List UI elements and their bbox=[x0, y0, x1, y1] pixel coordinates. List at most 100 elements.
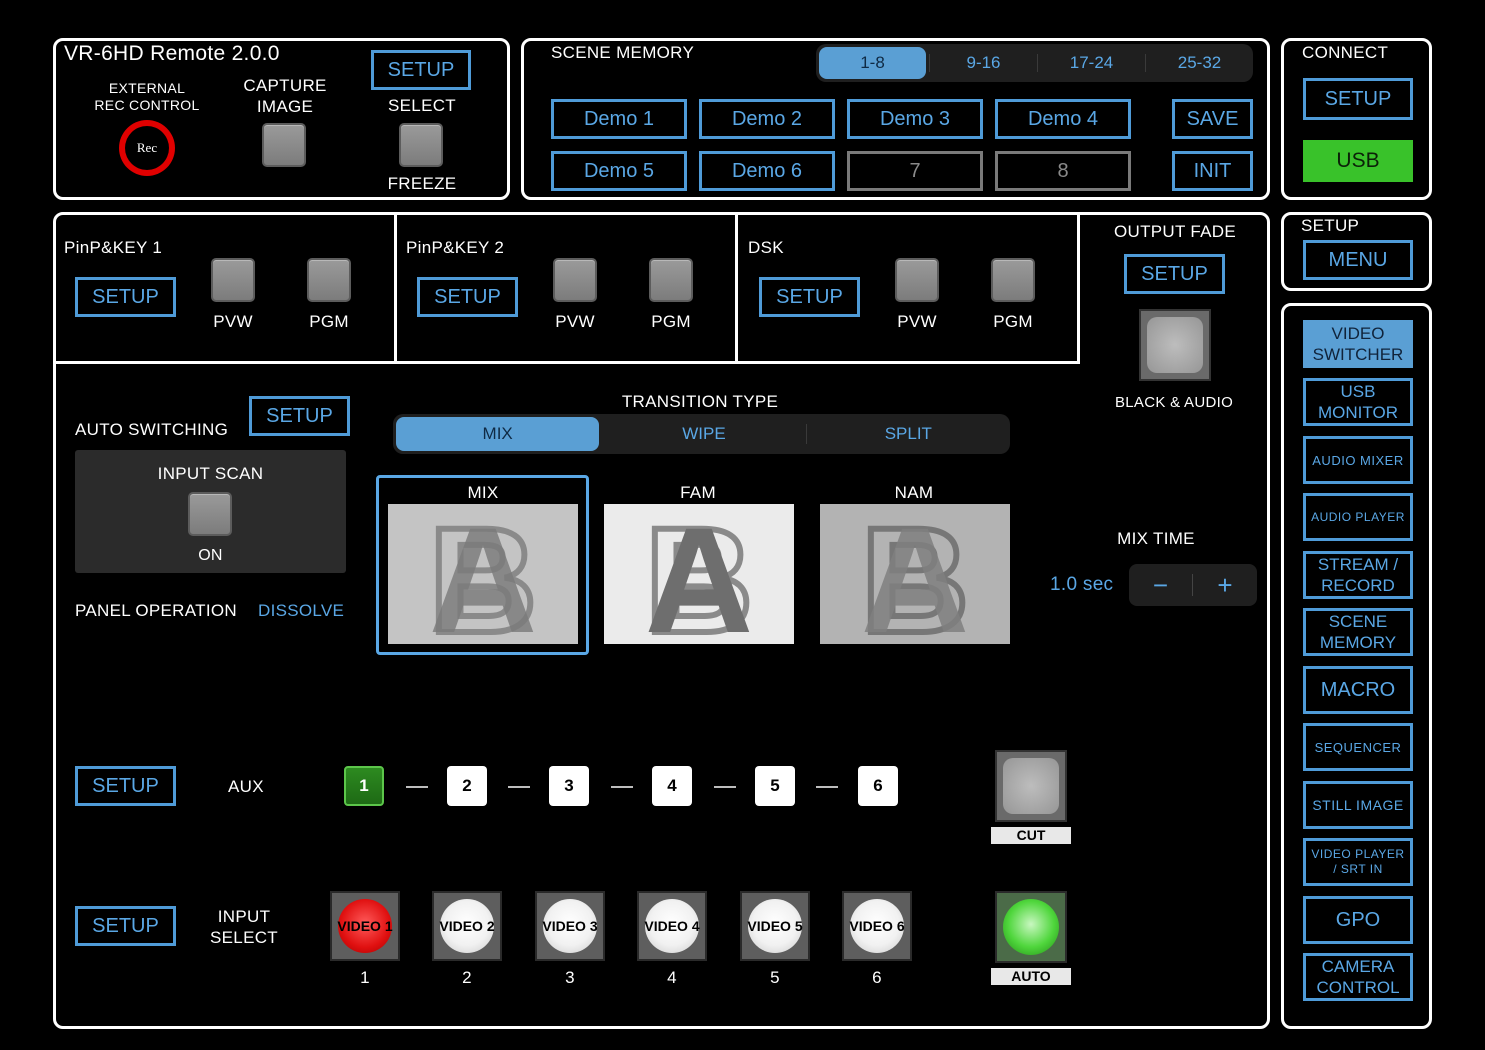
input-scan-button[interactable] bbox=[188, 492, 232, 536]
scene-slot-6[interactable]: Demo 6 bbox=[699, 151, 835, 191]
sidebar-item-audio-player[interactable]: AUDIO PLAYER bbox=[1303, 493, 1413, 541]
aux-channel-2[interactable]: 2 bbox=[447, 766, 487, 806]
nam-mode-thumbnail: B A bbox=[820, 504, 1010, 644]
aux-setup-button[interactable]: SETUP bbox=[75, 766, 176, 806]
sidebar-item-still-image[interactable]: STILL IMAGE bbox=[1303, 781, 1413, 829]
pinp-key1-pvw-label: PVW bbox=[213, 312, 253, 331]
dsk-title: DSK bbox=[748, 238, 784, 257]
input-video-4-button[interactable]: VIDEO 4 bbox=[637, 891, 707, 961]
dsk-pgm-label: PGM bbox=[993, 312, 1033, 331]
output-fade-title: OUTPUT FADE bbox=[1113, 222, 1236, 241]
sidebar-item-camera-control[interactable]: CAMERA CONTROL bbox=[1303, 953, 1413, 1001]
sidebar-item-sequencer[interactable]: SEQUENCER bbox=[1303, 723, 1413, 771]
freeze-button[interactable] bbox=[399, 123, 443, 167]
sidebar-item-macro[interactable]: MACRO bbox=[1303, 666, 1413, 714]
dsk-pgm-button[interactable] bbox=[991, 258, 1035, 302]
input-video-1-button[interactable]: VIDEO 1 bbox=[330, 891, 400, 961]
output-fade-caption: BLACK & AUDIO bbox=[1114, 394, 1234, 411]
aux-connector-3 bbox=[611, 786, 633, 788]
menu-button[interactable]: MENU bbox=[1303, 240, 1413, 280]
nam-mode-label: NAM bbox=[894, 483, 934, 502]
connect-setup-button[interactable]: SETUP bbox=[1303, 78, 1413, 120]
scene-slot-7[interactable]: 7 bbox=[847, 151, 983, 191]
select-label: SELECT bbox=[388, 96, 456, 115]
input-video-6-button[interactable]: VIDEO 6 bbox=[842, 891, 912, 961]
aux-channel-5[interactable]: 5 bbox=[755, 766, 795, 806]
transition-wipe-option[interactable]: WIPE bbox=[602, 414, 805, 454]
mix-time-plus-button[interactable]: + bbox=[1193, 564, 1257, 606]
pinp-key1-pvw-button[interactable] bbox=[211, 258, 255, 302]
sidebar-item-scene-memory[interactable]: SCENE MEMORY bbox=[1303, 608, 1413, 656]
mix-mode-thumbnail: B A bbox=[388, 504, 578, 644]
sidebar-item-usb-monitor[interactable]: USB MONITOR bbox=[1303, 378, 1413, 426]
fam-mode-label: FAM bbox=[680, 483, 716, 502]
capture-image-label: CAPTURE IMAGE bbox=[243, 76, 327, 116]
input-number-2: 2 bbox=[462, 968, 472, 987]
rec-button[interactable]: Rec bbox=[119, 120, 175, 176]
transition-type-title: TRANSITION TYPE bbox=[621, 392, 779, 411]
scene-tab-25-32[interactable]: 25-32 bbox=[1146, 44, 1253, 82]
input-number-1: 1 bbox=[360, 968, 370, 987]
scene-slot-8[interactable]: 8 bbox=[995, 151, 1131, 191]
pinp-key1-title: PinP&KEY 1 bbox=[64, 238, 163, 257]
scene-save-button[interactable]: SAVE bbox=[1172, 99, 1253, 139]
aux-channel-3[interactable]: 3 bbox=[549, 766, 589, 806]
output-fade-button[interactable] bbox=[1139, 309, 1211, 381]
sidebar-item-gpo[interactable]: GPO bbox=[1303, 896, 1413, 944]
pinp-key2-pgm-button[interactable] bbox=[649, 258, 693, 302]
input-number-3: 3 bbox=[565, 968, 575, 987]
dsk-pvw-button[interactable] bbox=[895, 258, 939, 302]
output-fade-setup-button[interactable]: SETUP bbox=[1124, 254, 1225, 294]
aux-connector-5 bbox=[816, 786, 838, 788]
transition-mix-option[interactable]: MIX bbox=[396, 417, 600, 451]
panel-operation-value[interactable]: DISSOLVE bbox=[258, 601, 344, 621]
pinp-key1-pgm-button[interactable] bbox=[307, 258, 351, 302]
usb-connection-button[interactable]: USB bbox=[1303, 140, 1413, 182]
setup-button-header[interactable]: SETUP bbox=[371, 50, 471, 90]
dsk-pvw-label: PVW bbox=[897, 312, 937, 331]
aux-connector-2 bbox=[508, 786, 530, 788]
app-title: VR-6HD Remote 2.0.0 bbox=[64, 42, 280, 65]
scene-slot-5[interactable]: Demo 5 bbox=[551, 151, 687, 191]
pinp-key2-setup-button[interactable]: SETUP bbox=[417, 277, 518, 317]
rec-label: Rec bbox=[125, 126, 169, 170]
pinp-key1-setup-button[interactable]: SETUP bbox=[75, 277, 176, 317]
scene-slot-2[interactable]: Demo 2 bbox=[699, 99, 835, 139]
keys-divider-bottom bbox=[55, 361, 1080, 364]
scene-slot-4[interactable]: Demo 4 bbox=[995, 99, 1131, 139]
aux-channel-4[interactable]: 4 bbox=[652, 766, 692, 806]
scene-tab-9-16[interactable]: 9-16 bbox=[930, 44, 1037, 82]
auto-switching-setup-button[interactable]: SETUP bbox=[249, 396, 350, 436]
aux-channel-1[interactable]: 1 bbox=[344, 766, 384, 806]
input-scan-state: ON bbox=[198, 547, 223, 564]
scene-slot-3[interactable]: Demo 3 bbox=[847, 99, 983, 139]
sidebar-item-stream-record[interactable]: STREAM / RECORD bbox=[1303, 551, 1413, 599]
sidebar-item-video-player-srt[interactable]: VIDEO PLAYER / SRT IN bbox=[1303, 838, 1413, 886]
transition-split-option[interactable]: SPLIT bbox=[807, 414, 1010, 454]
capture-image-button[interactable] bbox=[262, 123, 306, 167]
svg-text:A: A bbox=[429, 504, 537, 644]
input-select-setup-button[interactable]: SETUP bbox=[75, 906, 176, 946]
scene-tab-1-8[interactable]: 1-8 bbox=[819, 47, 926, 79]
mix-time-value: 1.0 sec bbox=[1050, 574, 1114, 595]
input-number-5: 5 bbox=[770, 968, 780, 987]
svg-text:A: A bbox=[861, 504, 969, 644]
input-video-2-button[interactable]: VIDEO 2 bbox=[432, 891, 502, 961]
scene-bank-tabs: 1-8 9-16 17-24 25-32 bbox=[816, 44, 1253, 82]
input-number-6: 6 bbox=[872, 968, 882, 987]
pinp-key2-pvw-label: PVW bbox=[555, 312, 595, 331]
scene-init-button[interactable]: INIT bbox=[1172, 151, 1253, 191]
sidebar-item-audio-mixer[interactable]: AUDIO MIXER bbox=[1303, 436, 1413, 484]
auto-button[interactable] bbox=[995, 891, 1067, 963]
scene-slot-1[interactable]: Demo 1 bbox=[551, 99, 687, 139]
scene-tab-17-24[interactable]: 17-24 bbox=[1038, 44, 1145, 82]
dsk-setup-button[interactable]: SETUP bbox=[759, 277, 860, 317]
input-video-5-button[interactable]: VIDEO 5 bbox=[740, 891, 810, 961]
connect-title: CONNECT bbox=[1302, 43, 1389, 62]
mix-time-minus-button[interactable]: − bbox=[1129, 564, 1192, 606]
aux-channel-6[interactable]: 6 bbox=[858, 766, 898, 806]
pinp-key2-pvw-button[interactable] bbox=[553, 258, 597, 302]
input-video-3-button[interactable]: VIDEO 3 bbox=[535, 891, 605, 961]
cut-button[interactable] bbox=[995, 750, 1067, 822]
sidebar-item-video-switcher[interactable]: VIDEO SWITCHER bbox=[1303, 320, 1413, 368]
